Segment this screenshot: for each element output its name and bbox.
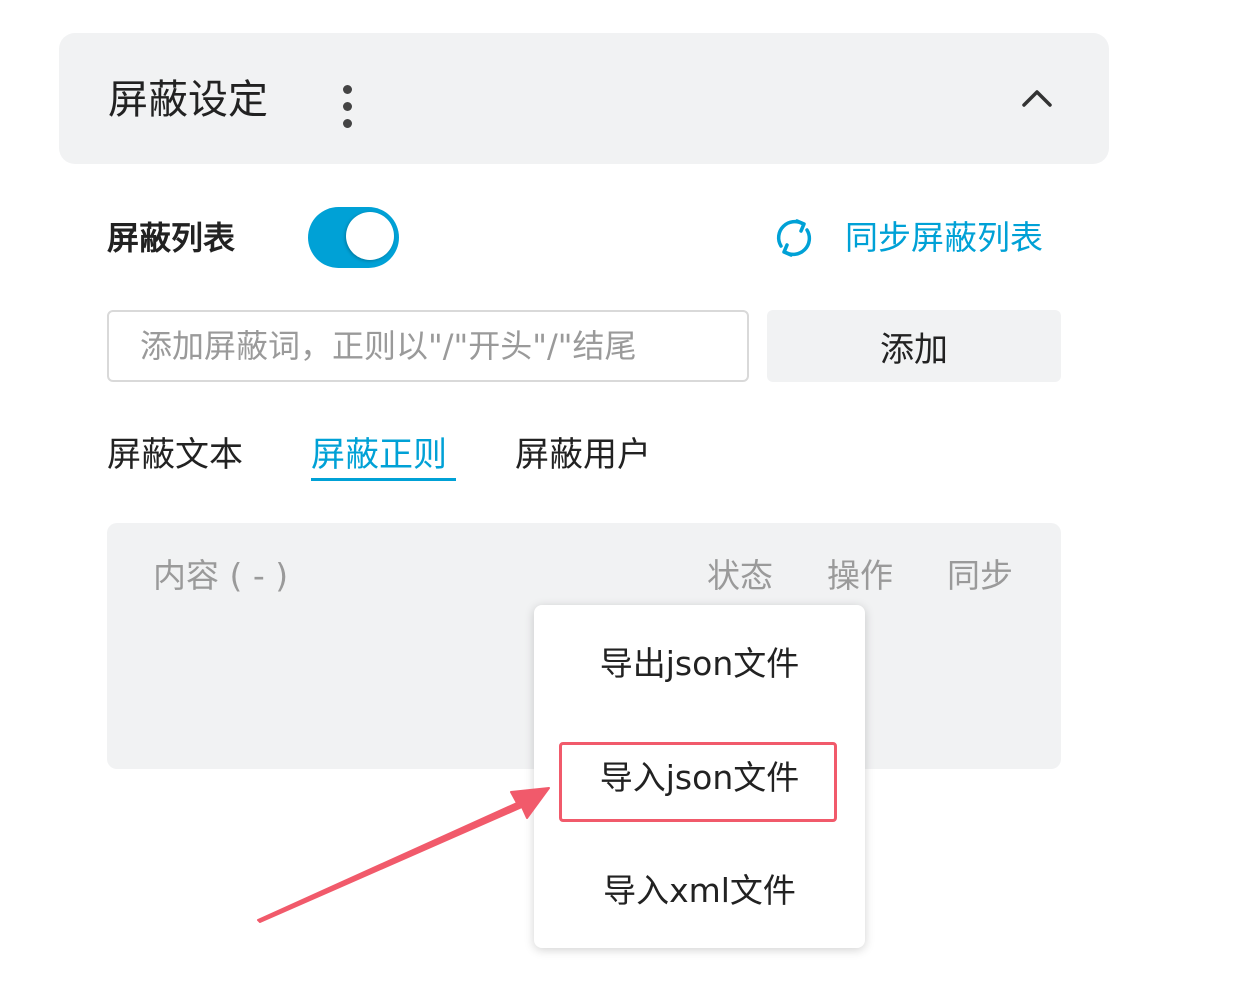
- header-content: 内容 ( - ): [153, 556, 289, 595]
- block-list-title: 屏蔽列表: [107, 219, 236, 257]
- block-list-toggle[interactable]: [308, 207, 399, 268]
- active-tab-indicator: [311, 478, 456, 481]
- header-action: 操作: [827, 556, 893, 595]
- toggle-knob: [346, 212, 394, 260]
- header-sync: 同步: [947, 556, 1013, 595]
- more-vertical-icon[interactable]: [337, 85, 357, 129]
- panel-title: 屏蔽设定: [108, 77, 268, 123]
- add-button[interactable]: 添加: [767, 310, 1061, 382]
- block-word-input[interactable]: [107, 310, 749, 382]
- tab-block-text[interactable]: 屏蔽文本: [107, 432, 243, 478]
- menu-item-import-xml[interactable]: 导入xml文件: [534, 867, 865, 915]
- tab-block-regex[interactable]: 屏蔽正则: [311, 432, 447, 478]
- dropdown-menu: 导出json文件 导入json文件 导入xml文件: [534, 605, 865, 948]
- sync-icon: [776, 219, 812, 257]
- panel-header[interactable]: 屏蔽设定: [59, 33, 1109, 164]
- chevron-up-icon[interactable]: [1019, 81, 1055, 117]
- header-status: 状态: [707, 556, 773, 595]
- tab-block-user[interactable]: 屏蔽用户: [515, 432, 651, 478]
- menu-item-export-json[interactable]: 导出json文件: [534, 640, 865, 688]
- sync-label: 同步屏蔽列表: [845, 218, 1043, 257]
- menu-item-import-json[interactable]: 导入json文件: [534, 754, 865, 802]
